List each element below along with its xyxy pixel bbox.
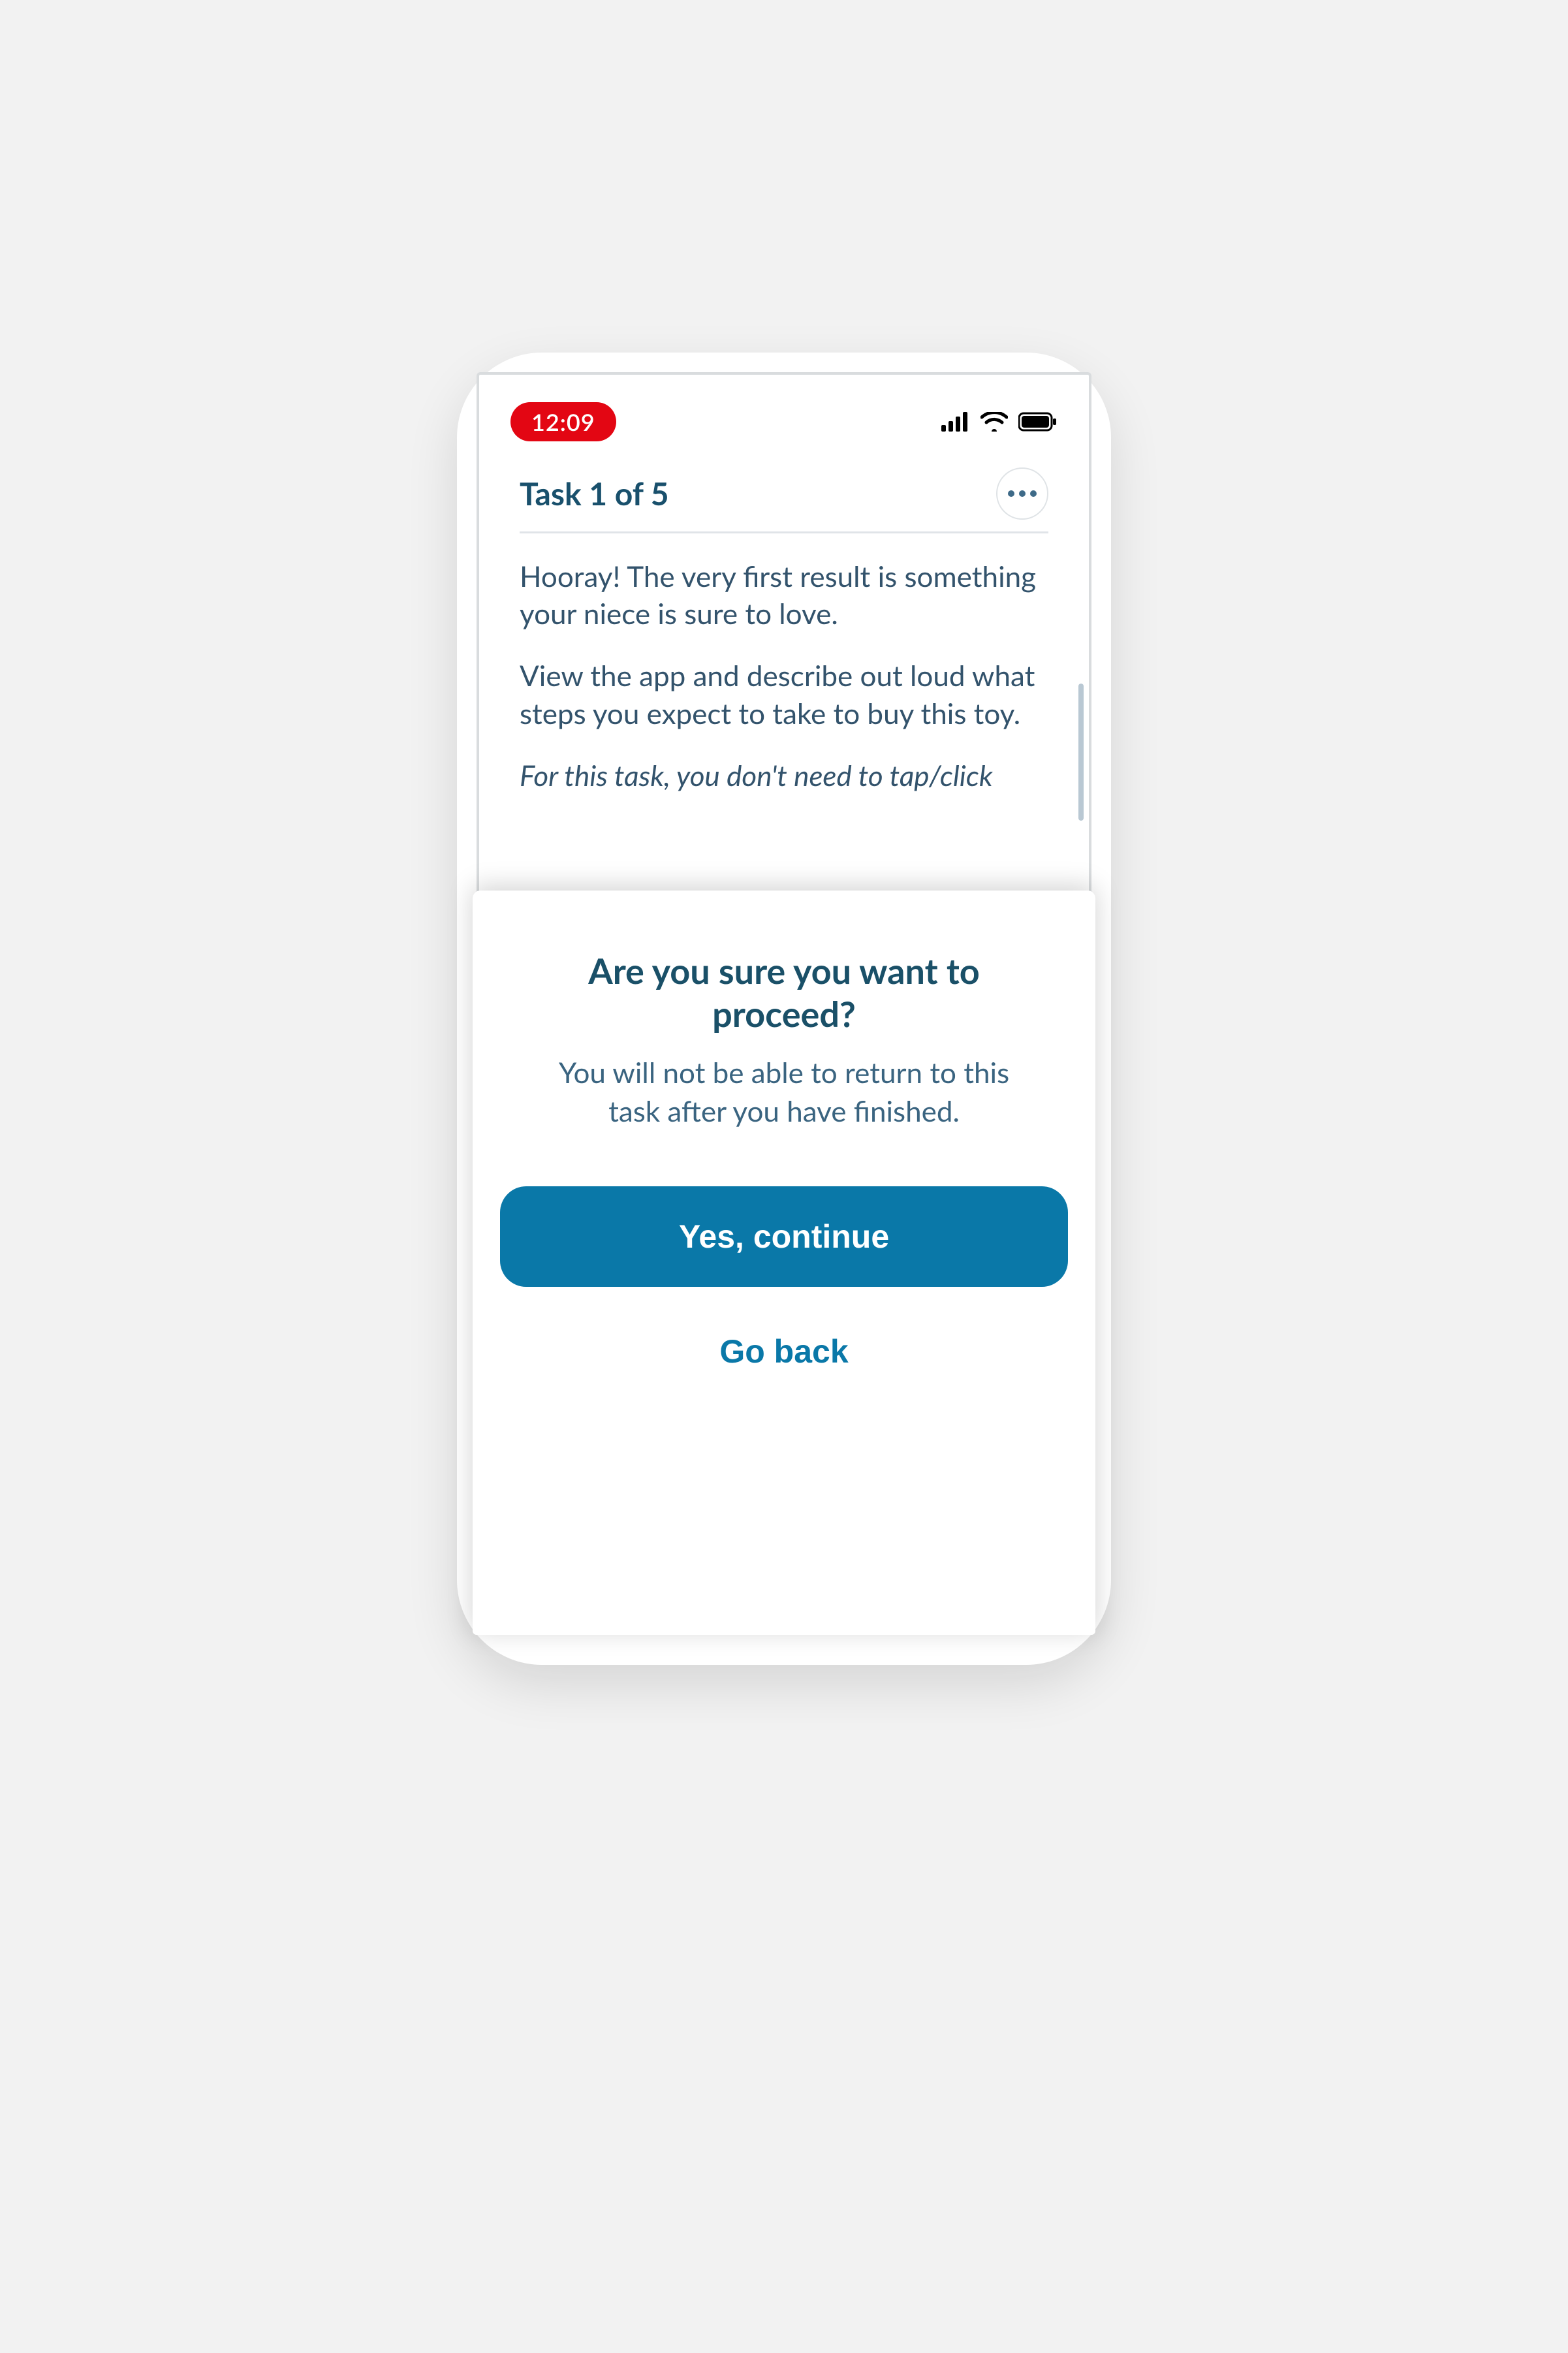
more-button[interactable] (996, 467, 1048, 520)
task-title: Task 1 of 5 (520, 475, 669, 513)
go-back-button[interactable]: Go back (719, 1333, 848, 1370)
task-header: Task 1 of 5 (479, 448, 1089, 531)
task-paragraph-3: For this task, you don't need to tap/cli… (520, 757, 1048, 795)
status-time: 12:09 (510, 402, 616, 441)
modal-title: Are you sure you want to proceed? (556, 949, 1012, 1035)
confirm-modal: Are you sure you want to proceed? You wi… (473, 891, 1095, 1635)
scroll-indicator[interactable] (1078, 684, 1084, 821)
more-icon (1008, 490, 1037, 497)
status-icons (941, 412, 1058, 432)
phone-screen: 12:09 (477, 372, 1091, 1635)
task-paragraph-1: Hooray! The very first result is somethi… (520, 558, 1048, 633)
task-paragraph-2: View the app and describe out loud what … (520, 657, 1048, 732)
yes-continue-button[interactable]: Yes, continue (500, 1186, 1068, 1287)
modal-subtitle: You will not be able to return to this t… (549, 1054, 1019, 1131)
cellular-icon (941, 412, 970, 432)
wifi-icon (980, 412, 1008, 432)
phone-frame: 12:09 (457, 353, 1111, 1665)
status-bar: 12:09 (479, 375, 1089, 448)
task-body: Hooray! The very first result is somethi… (479, 533, 1089, 795)
battery-icon (1018, 412, 1058, 432)
